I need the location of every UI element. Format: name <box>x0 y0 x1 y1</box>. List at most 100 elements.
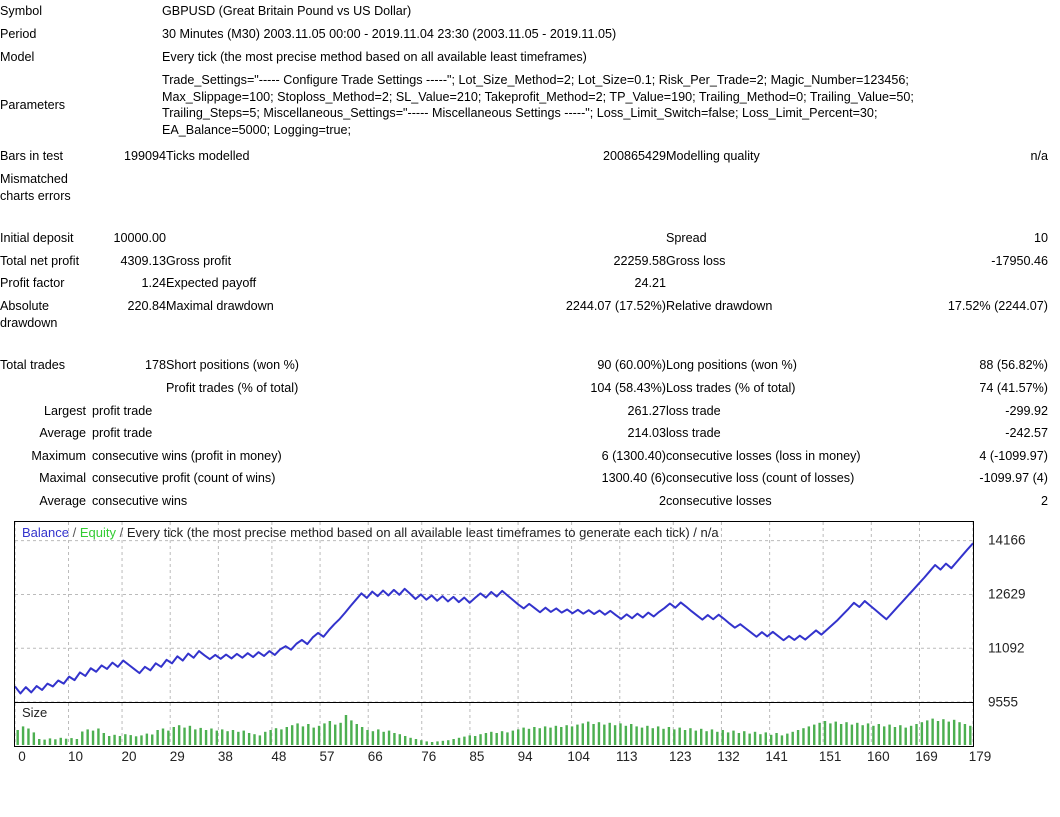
mismatched-charts-errors-label: Mismatched charts errors <box>0 172 71 203</box>
maximal-consecutive-loss-value: -1099.97 (4) <box>979 471 1048 486</box>
size-bar <box>656 725 660 745</box>
size-bar <box>500 730 504 745</box>
size-bar <box>264 731 267 745</box>
size-bar <box>667 726 671 745</box>
size-bar <box>323 722 326 745</box>
size-bar <box>866 722 870 745</box>
symbol-label: Symbol <box>0 4 42 18</box>
size-bar <box>274 727 278 745</box>
size-bar <box>764 731 767 745</box>
relative-drawdown-label: Relative drawdown <box>666 299 773 314</box>
average-label: Average <box>39 426 86 441</box>
chart-y-axis: 14166 12629 11092 9555 <box>982 521 1060 709</box>
size-bar <box>221 728 224 745</box>
size-bar <box>253 733 256 745</box>
modelling-quality-value: n/a <box>1030 149 1048 164</box>
size-bar <box>603 724 606 745</box>
size-bar <box>172 726 175 745</box>
relative-drawdown-value: 17.52% (2244.07) <box>947 299 1048 314</box>
maximal-label: Maximal <box>39 471 86 486</box>
max-consecutive-losses-label: consecutive losses (loss in money) <box>666 448 861 463</box>
chart-legend: Balance / Equity / Every tick (the most … <box>22 524 719 540</box>
size-bar <box>334 724 337 745</box>
size-bar <box>861 724 864 745</box>
size-bar <box>942 718 945 745</box>
balance-line <box>15 542 973 695</box>
size-bar <box>403 735 407 745</box>
x-axis-tick-label: 141 <box>765 748 788 764</box>
short-positions-value: 90 (60.00%) <box>597 358 666 373</box>
report-header-table: Symbol GBPUSD (Great Britain Pound vs US… <box>0 0 1050 141</box>
size-bar <box>54 738 57 745</box>
row-largest-trade: Largest profit trade 261.27 loss trade -… <box>0 400 1048 423</box>
x-axis-tick-label: 10 <box>68 748 84 764</box>
spacer-row-2 <box>0 334 1048 354</box>
size-bar <box>947 721 950 745</box>
header-row-period: Period 30 Minutes (M30) 2003.11.05 00:00… <box>0 23 1050 46</box>
size-bar <box>194 728 197 745</box>
total-trades-label: Total trades <box>0 358 66 373</box>
x-axis-tick-label: 132 <box>717 748 740 764</box>
size-bar <box>845 721 848 745</box>
size-bar <box>436 740 439 745</box>
size-bar <box>38 738 41 745</box>
gross-profit-label: Gross profit <box>166 253 232 268</box>
average-profit-trade-label: profit trade <box>92 426 153 441</box>
row-total-net-profit: Total net profit 4309.13 Gross profit 22… <box>0 250 1048 273</box>
size-bar <box>565 724 568 745</box>
size-bar <box>107 735 111 745</box>
size-bar <box>183 727 186 745</box>
size-bar <box>700 728 703 745</box>
size-bar <box>199 727 202 745</box>
size-bar <box>398 733 402 745</box>
size-bar <box>597 721 601 745</box>
absolute-drawdown-value: 220.84 <box>127 299 166 314</box>
size-bar <box>818 722 821 745</box>
size-panel: Size <box>14 702 974 747</box>
size-bar <box>490 731 493 745</box>
size-bar <box>48 737 52 745</box>
size-bar <box>721 729 724 745</box>
size-bar <box>581 722 585 745</box>
gross-loss-label: Gross loss <box>666 253 726 268</box>
size-bar <box>468 734 471 745</box>
average2-label: Average <box>39 493 86 508</box>
size-bar <box>285 726 288 745</box>
size-bar <box>237 731 240 745</box>
size-bar <box>904 727 907 745</box>
size-bar <box>856 722 859 745</box>
size-bar <box>43 739 46 745</box>
size-bar <box>759 733 762 745</box>
size-bar <box>570 725 574 745</box>
size-bar <box>834 721 837 745</box>
size-bar <box>161 728 165 745</box>
size-bar <box>231 729 235 745</box>
size-bar <box>662 728 665 745</box>
maximal-drawdown-label: Maximal drawdown <box>166 299 274 314</box>
size-bar <box>543 725 547 745</box>
average-loss-trade-label: loss trade <box>666 426 721 441</box>
size-bar <box>915 723 918 745</box>
gross-profit-value: 22259.58 <box>613 253 666 268</box>
profit-factor-label: Profit factor <box>0 276 65 291</box>
size-bar <box>328 720 332 745</box>
x-axis-tick-label: 160 <box>867 748 890 764</box>
profit-factor-value: 1.24 <box>141 276 166 291</box>
size-bar <box>371 730 375 745</box>
largest-loss-trade-value: -299.92 <box>1005 403 1048 418</box>
chart-plot-area: Balance / Equity / Every tick (the most … <box>14 520 974 703</box>
size-bar <box>899 724 902 745</box>
size-bar <box>673 728 676 745</box>
x-axis-tick-label: 113 <box>616 748 638 764</box>
size-bar <box>27 728 30 745</box>
size-bar <box>124 733 127 745</box>
size-bar <box>813 724 816 745</box>
size-bar <box>32 731 36 745</box>
row-average-trade: Average profit trade 214.03 loss trade -… <box>0 422 1048 445</box>
size-bar <box>613 724 617 745</box>
row-mismatched-charts-errors: Mismatched charts errors <box>0 168 1048 207</box>
y-axis-tick-label: 12629 <box>988 586 1026 602</box>
largest-label: Largest <box>43 403 86 418</box>
size-bar <box>850 724 854 745</box>
size-bar <box>113 734 116 745</box>
